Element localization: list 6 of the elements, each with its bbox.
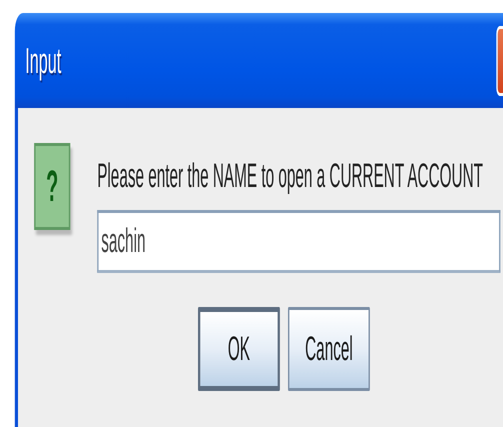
ok-button[interactable]: OK [198, 307, 280, 391]
window-title: Input [25, 40, 62, 82]
cancel-button[interactable]: Cancel [288, 307, 370, 391]
prompt-message: Please enter the NAME to open a CURRENT ACCOUNT [97, 157, 484, 196]
input-field[interactable]: sachin [97, 210, 500, 273]
question-icon: ? [34, 143, 70, 230]
